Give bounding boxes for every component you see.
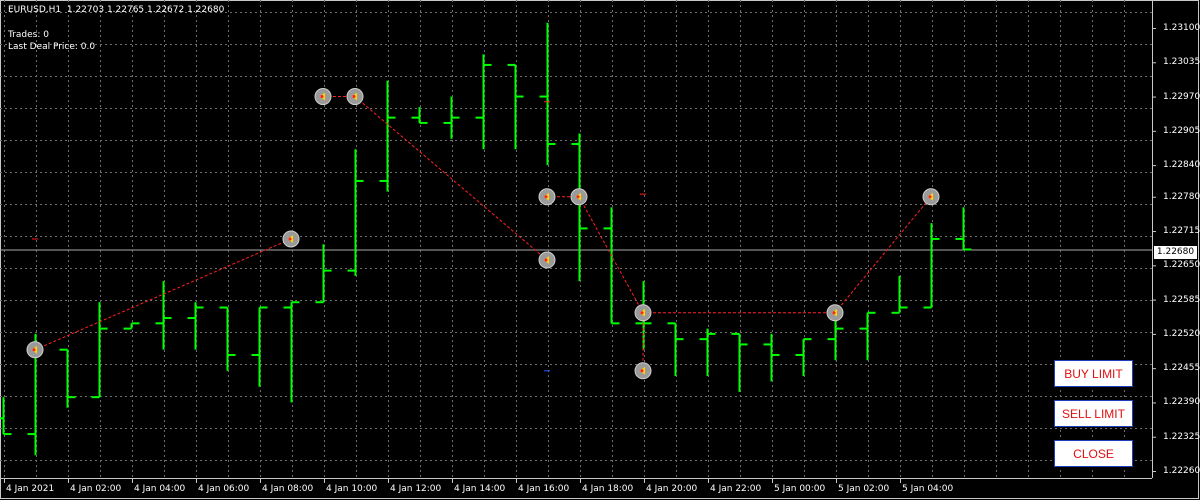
price-tick-label: 1.22715 [1163, 226, 1200, 237]
price-tick-label: 1.22780 [1163, 191, 1200, 202]
chart-window[interactable]: EURUSD,H1 1.22703 1.22765 1.22672 1.2268… [0, 0, 1200, 500]
time-tick-label: 4 Jan 20:00 [646, 484, 698, 494]
close-button[interactable]: CLOSE [1054, 440, 1133, 467]
time-tick-label: 4 Jan 08:00 [262, 484, 314, 494]
price-tick-label: 1.22970 [1163, 91, 1200, 102]
ohlc-values: 1.22703 1.22765 1.22672 1.22680 [66, 5, 225, 15]
current-price-marker: 1.22680 [1154, 246, 1197, 259]
symbol-label: EURUSD,H1 [8, 5, 62, 15]
time-tick-label: 5 Jan 00:00 [774, 484, 826, 494]
trade-point [576, 195, 580, 199]
time-tick-label: 4 Jan 06:00 [198, 484, 250, 494]
trade-point [832, 311, 836, 315]
time-tick-label: 4 Jan 16:00 [518, 484, 570, 494]
trade-point [640, 311, 644, 315]
last-deal-price-label: Last Deal Price: 0.0 [8, 42, 96, 52]
trade-point [928, 195, 932, 199]
price-tick-label: 1.22260 [1163, 466, 1200, 476]
trade-point [544, 195, 548, 199]
trade-point [288, 237, 292, 241]
time-tick-label: 5 Jan 04:00 [902, 484, 954, 494]
time-tick-label: 4 Jan 18:00 [582, 484, 634, 494]
price-tick-label: 1.22455 [1163, 363, 1200, 374]
price-tick-label: 1.22585 [1163, 294, 1200, 305]
trade-link-line [834, 196, 932, 314]
price-tick-label: 1.22650 [1163, 260, 1200, 271]
time-tick-label: 4 Jan 02:00 [70, 484, 122, 494]
time-tick-label: 4 Jan 04:00 [134, 484, 186, 494]
trade-point [32, 348, 36, 352]
symbol-ohlc-label: EURUSD,H1 1.22703 1.22765 1.22672 1.2268… [8, 5, 224, 15]
time-tick-label: 5 Jan 02:00 [838, 484, 890, 494]
price-tick-label: 1.22325 [1163, 431, 1200, 442]
trade-point [544, 258, 548, 262]
buy-limit-button[interactable]: BUY LIMIT [1054, 360, 1133, 387]
time-tick-label: 4 Jan 22:00 [710, 484, 762, 494]
price-tick-label: 1.22520 [1163, 328, 1200, 339]
price-tick-label: 1.23035 [1163, 57, 1200, 68]
trade-point [320, 95, 324, 99]
price-tick-label: 1.22840 [1163, 160, 1200, 171]
price-tick-label: 1.22390 [1163, 397, 1200, 408]
time-tick-label: 4 Jan 10:00 [326, 484, 378, 494]
price-chart[interactable] [0, 0, 1200, 500]
trades-count-label: Trades: 0 [8, 30, 49, 40]
sell-limit-button[interactable]: SELL LIMIT [1054, 400, 1133, 427]
time-tick-label: 4 Jan 12:00 [390, 484, 442, 494]
trade-point [352, 95, 356, 99]
price-tick-label: 1.22905 [1163, 125, 1200, 136]
time-tick-label: 4 Jan 14:00 [454, 484, 506, 494]
time-tick-label: 4 Jan 2021 [6, 484, 55, 494]
price-tick-label: 1.23100 [1163, 23, 1200, 33]
trade-point [640, 369, 644, 373]
